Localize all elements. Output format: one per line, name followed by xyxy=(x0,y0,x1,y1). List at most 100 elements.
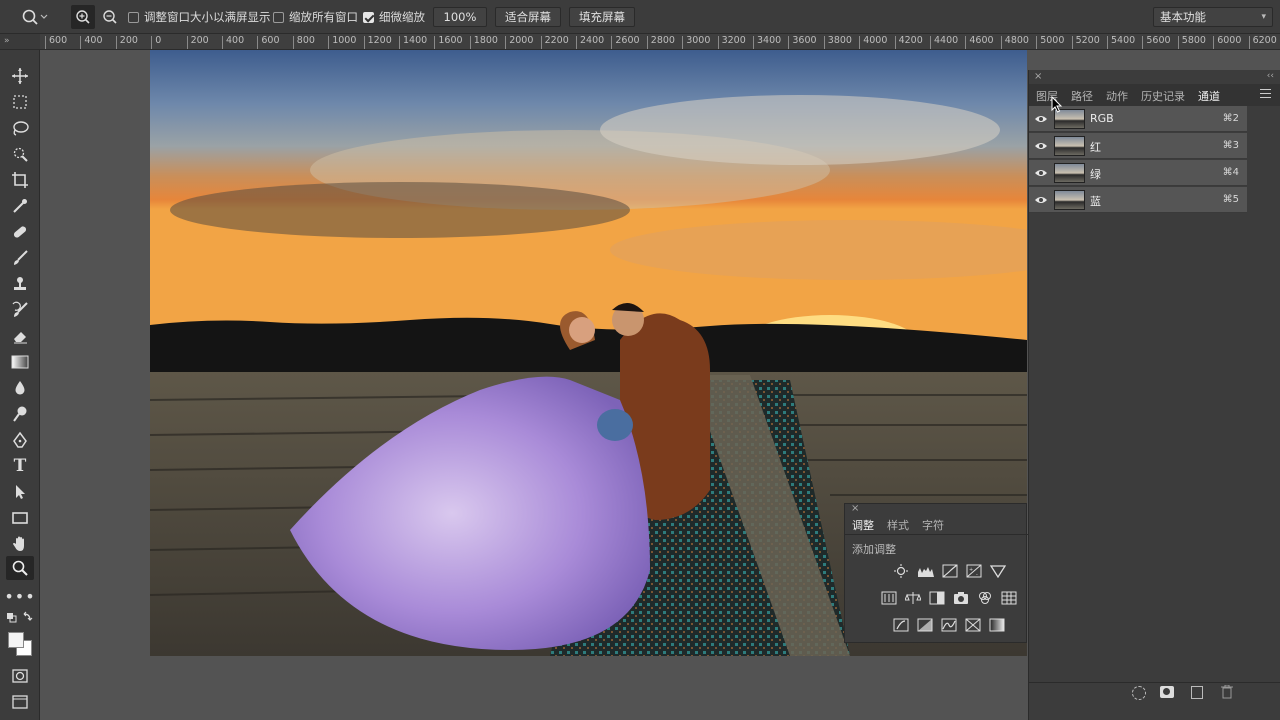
ruler-tick-label: 1200 xyxy=(363,36,392,49)
ruler-tick-label: 2600 xyxy=(611,36,640,49)
foreground-color-swatch[interactable] xyxy=(8,632,24,648)
color-balance-icon[interactable] xyxy=(904,591,922,605)
marquee-tool-icon[interactable] xyxy=(6,90,34,114)
healing-brush-tool-icon[interactable] xyxy=(6,220,34,244)
visibility-eye-icon[interactable] xyxy=(1034,112,1048,126)
resize-windows-check-box[interactable] xyxy=(128,11,139,23)
zoom-tool-preset-icon[interactable] xyxy=(20,0,50,34)
color-swatches[interactable] xyxy=(6,628,34,660)
tab-actions[interactable]: 动作 xyxy=(1106,88,1128,104)
hand-tool-icon[interactable] xyxy=(6,532,34,556)
exposure-icon[interactable]: + - xyxy=(966,564,982,578)
color-lookup-icon[interactable] xyxy=(1001,591,1017,605)
black-white-icon[interactable] xyxy=(929,591,945,605)
fill-screen-button[interactable]: 填充屏幕 xyxy=(569,7,635,27)
new-channel-icon[interactable] xyxy=(1191,686,1203,699)
ruler-tick-label: 4600 xyxy=(965,36,994,49)
ruler-tick-label: 6200 xyxy=(1248,36,1277,49)
posterize-icon[interactable] xyxy=(917,618,933,632)
tab-paths[interactable]: 路径 xyxy=(1071,88,1093,104)
zoom-tool-icon[interactable] xyxy=(6,556,34,580)
channel-shortcut: ⌘3 xyxy=(1222,140,1239,151)
blur-tool-icon[interactable] xyxy=(6,376,34,400)
close-icon[interactable]: × xyxy=(1034,71,1042,82)
ruler-tick-label: 4400 xyxy=(930,36,958,49)
tab-adjustments[interactable]: 调整 xyxy=(852,517,874,533)
lasso-tool-icon[interactable] xyxy=(6,116,34,140)
close-icon[interactable]: × xyxy=(851,503,859,514)
hue-saturation-icon[interactable] xyxy=(881,591,897,605)
zoom-value-field[interactable]: 100% xyxy=(433,7,487,27)
type-tool-icon[interactable]: T xyxy=(6,454,34,478)
ruler-tick-label: 2000 xyxy=(505,36,533,49)
ruler-corner: » xyxy=(0,34,40,50)
visibility-eye-icon[interactable] xyxy=(1034,139,1048,153)
channel-name: 绿 xyxy=(1090,168,1101,181)
more-tools-icon[interactable]: ••• xyxy=(4,584,34,608)
photo-filter-icon[interactable] xyxy=(953,591,969,605)
rectangle-tool-icon[interactable] xyxy=(6,506,34,530)
options-bar: 调整窗口大小以满屏显示 缩放所有窗口 细微缩放 100% 适合屏幕 填充屏幕 基… xyxy=(0,0,1280,34)
path-selection-tool-icon[interactable] xyxy=(6,480,34,504)
invert-icon[interactable] xyxy=(893,618,909,632)
visibility-eye-icon[interactable] xyxy=(1034,193,1048,207)
save-selection-as-channel-icon[interactable] xyxy=(1160,686,1174,698)
fit-screen-button[interactable]: 适合屏幕 xyxy=(495,7,561,27)
selective-color-icon[interactable] xyxy=(965,618,981,632)
channel-name: RGB xyxy=(1090,112,1114,125)
channel-row[interactable]: 绿 ⌘4 xyxy=(1029,160,1247,186)
threshold-icon[interactable] xyxy=(941,618,957,632)
tab-channels[interactable]: 通道 xyxy=(1198,88,1220,104)
zoom-in-icon[interactable] xyxy=(71,5,95,29)
workspace-label: 基本功能 xyxy=(1160,10,1206,24)
ruler-tick-label: 3000 xyxy=(682,36,710,49)
zoom-out-icon[interactable] xyxy=(100,0,120,34)
ruler-tick-label: 3800 xyxy=(823,36,852,49)
collapse-icon[interactable]: ‹‹ xyxy=(1267,71,1274,81)
tab-styles[interactable]: 样式 xyxy=(887,517,909,533)
gradient-map-icon[interactable] xyxy=(989,618,1005,632)
dodge-tool-icon[interactable] xyxy=(6,402,34,426)
brightness-contrast-icon[interactable] xyxy=(893,564,909,578)
history-brush-tool-icon[interactable] xyxy=(6,298,34,322)
levels-icon[interactable] xyxy=(917,564,934,578)
visibility-eye-icon[interactable] xyxy=(1034,166,1048,180)
pen-tool-icon[interactable] xyxy=(6,428,34,452)
svg-text:-: - xyxy=(976,572,978,578)
tab-character[interactable]: 字符 xyxy=(922,517,944,533)
quick-mask-icon[interactable] xyxy=(6,664,34,688)
zoom-all-check-box[interactable] xyxy=(273,11,284,23)
ruler-tick-label: 4800 xyxy=(1000,36,1029,49)
curves-icon[interactable] xyxy=(942,564,958,578)
channel-row[interactable]: 蓝 ⌘5 xyxy=(1029,187,1247,213)
eyedropper-tool-icon[interactable] xyxy=(6,194,34,218)
default-colors-icon[interactable] xyxy=(6,610,34,626)
gradient-tool-icon[interactable] xyxy=(6,350,34,374)
brush-tool-icon[interactable] xyxy=(6,246,34,270)
mouse-cursor xyxy=(1051,95,1063,114)
delete-channel-icon[interactable] xyxy=(1221,684,1233,699)
channel-thumbnail xyxy=(1054,163,1085,183)
channel-shortcut: ⌘5 xyxy=(1222,194,1239,205)
ruler-tick-label: 1600 xyxy=(434,36,463,49)
clone-stamp-tool-icon[interactable] xyxy=(6,272,34,296)
vibrance-icon[interactable] xyxy=(989,564,1007,579)
workspace-select[interactable]: 基本功能 ▾ xyxy=(1153,7,1273,27)
screen-mode-icon[interactable] xyxy=(6,690,34,714)
scrubby-zoom-check-box[interactable] xyxy=(363,11,374,23)
adjustments-panel: × 调整 样式 字符 添加调整 + - xyxy=(844,503,1028,643)
move-tool-icon[interactable] xyxy=(6,64,34,88)
resize-windows-checkbox[interactable]: 调整窗口大小以满屏显示 xyxy=(128,0,271,34)
zoom-all-windows-checkbox[interactable]: 缩放所有窗口 xyxy=(273,0,358,34)
panel-menu-icon[interactable] xyxy=(1260,89,1271,98)
channel-name: 蓝 xyxy=(1090,195,1101,208)
load-channel-as-selection-icon[interactable] xyxy=(1132,686,1146,700)
tab-history[interactable]: 历史记录 xyxy=(1141,88,1185,104)
resize-windows-label: 调整窗口大小以满屏显示 xyxy=(144,10,271,24)
crop-tool-icon[interactable] xyxy=(6,168,34,192)
channel-row[interactable]: 红 ⌘3 xyxy=(1029,133,1247,159)
channel-mixer-icon[interactable] xyxy=(977,591,993,605)
quick-selection-tool-icon[interactable] xyxy=(6,142,34,166)
scrubby-zoom-checkbox[interactable]: 细微缩放 xyxy=(363,0,425,34)
eraser-tool-icon[interactable] xyxy=(6,324,34,348)
